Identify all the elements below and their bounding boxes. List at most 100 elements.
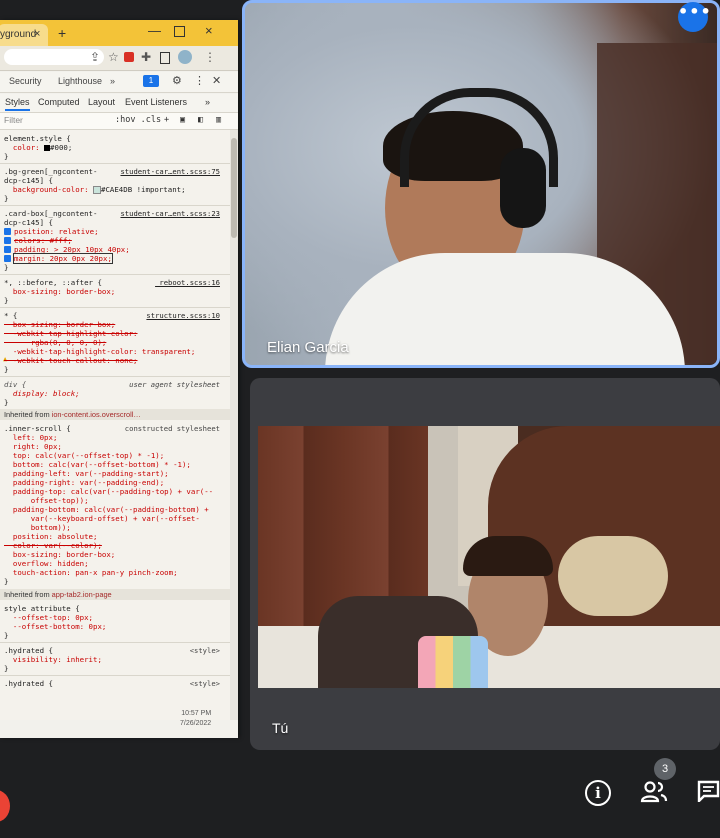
rule-selector[interactable]: .card-box[_ngcontent- <box>4 209 97 218</box>
css-declaration[interactable]: position: absolute; <box>4 532 98 541</box>
css-declaration[interactable]: visibility: inherit; <box>4 655 102 664</box>
css-declaration[interactable]: -webkit-tap-highlight-color: transparent… <box>4 347 195 356</box>
more-tabs-button[interactable]: » <box>110 76 115 86</box>
css-declaration[interactable]: bottom: calc(var(--offset-bottom) * -1); <box>4 460 191 469</box>
rule-selector[interactable]: element.style { <box>4 134 71 143</box>
meeting-info-button[interactable]: i <box>585 780 611 806</box>
rule-selector[interactable]: .inner-scroll { <box>4 424 71 433</box>
tab-close-icon[interactable]: × <box>34 28 40 40</box>
rule-source-link[interactable]: student-car…ent.scss:23 <box>120 209 220 218</box>
taskbar-clock: 10:57 PM 7/26/2022 <box>180 709 211 729</box>
css-declaration-overridden[interactable]: box-sizing: border-box; <box>4 320 115 329</box>
tab-security[interactable]: Security <box>9 76 42 86</box>
tab-lighthouse[interactable]: Lighthouse <box>58 76 102 86</box>
profile-avatar[interactable] <box>178 50 192 64</box>
css-declaration[interactable]: --offset-top: 0px; <box>4 613 93 622</box>
color-swatch[interactable] <box>93 186 101 194</box>
maximize-button[interactable] <box>174 26 185 37</box>
rule-selector[interactable]: div { <box>4 380 26 389</box>
rule-source-link[interactable]: student-car…ent.scss:75 <box>120 167 220 176</box>
issues-badge[interactable]: 1 <box>143 75 159 87</box>
devtools-close-icon[interactable]: ✕ <box>212 74 221 87</box>
css-declaration[interactable]: touch-action: pan-x pan-y pinch-zoom; <box>4 568 178 577</box>
new-tab-button[interactable]: + <box>58 25 66 41</box>
css-declaration[interactable]: padding-top: calc(var(--padding-top) + v… <box>4 487 213 496</box>
hov-cls-toggle[interactable]: :hov .cls <box>115 115 161 125</box>
browser-menu-icon[interactable]: ⋮ <box>204 50 216 64</box>
rule-selector[interactable]: style attribute { <box>4 604 80 613</box>
tab-styles[interactable]: Styles <box>5 97 30 111</box>
css-declaration-cont: bottom)); <box>4 523 71 532</box>
css-declaration-overridden[interactable]: rgba(0, 0, 0, 0); <box>4 338 107 347</box>
inherited-prefix: Inherited from <box>4 410 50 419</box>
tab-event-listeners[interactable]: Event Listeners <box>125 97 187 107</box>
styles-scrollbar[interactable] <box>230 130 238 720</box>
inherited-target-link[interactable]: ion-content.ios.overscroll… <box>52 410 141 419</box>
participant-tile-active-speaker[interactable]: Elian Garcia <box>242 0 720 368</box>
rule-close: } <box>4 152 9 161</box>
chat-button[interactable] <box>697 780 720 804</box>
css-declaration[interactable]: box-sizing: border-box; <box>4 550 115 559</box>
css-declaration-overridden[interactable]: color: var(--color); <box>4 541 102 550</box>
property-checkbox[interactable] <box>4 246 11 253</box>
css-declaration[interactable]: right: 0px; <box>4 442 62 451</box>
share-icon[interactable]: ⇪ <box>90 50 100 64</box>
css-declaration[interactable]: background-color: #CAE4DB !important; <box>4 185 186 194</box>
people-icon <box>640 781 668 803</box>
bookmark-star-icon[interactable]: ☆ <box>108 50 119 64</box>
property-checkbox[interactable] <box>4 228 11 235</box>
close-window-button[interactable]: × <box>205 23 213 38</box>
rule-source-link[interactable]: structure.scss:10 <box>146 311 220 320</box>
minimize-button[interactable]: — <box>148 23 161 38</box>
rule-selector[interactable]: .hydrated { <box>4 679 53 688</box>
css-declaration[interactable]: display: block; <box>4 389 80 398</box>
more-options-button[interactable]: ••• <box>678 2 711 32</box>
rule-close: } <box>4 365 9 374</box>
toggle-sidebar-icon[interactable]: ▥ <box>216 115 221 125</box>
address-bar[interactable] <box>4 49 104 65</box>
rule-source: constructed stylesheet <box>124 424 220 433</box>
css-declaration[interactable]: color: #000; <box>4 143 72 152</box>
tab-computed[interactable]: Computed <box>38 97 80 107</box>
css-declaration-overridden[interactable]: -webkit-tap-highlight-color: <box>4 329 138 338</box>
computed-sidebar-icon[interactable]: ◧ <box>198 115 203 125</box>
rule-selector[interactable]: * { <box>4 311 17 320</box>
property-checkbox[interactable] <box>4 237 11 244</box>
rule-divider <box>0 642 230 643</box>
browser-tab[interactable]: yground <box>0 24 48 46</box>
tab-layout[interactable]: Layout <box>88 97 115 107</box>
settings-gear-icon[interactable]: ⚙ <box>172 74 182 87</box>
css-declaration-editing[interactable]: margin: 20px 0px 20px; <box>13 253 113 264</box>
property-checkbox[interactable] <box>4 255 11 262</box>
css-declaration[interactable]: padding-bottom: calc(var(--padding-botto… <box>4 505 209 514</box>
new-rule-icon[interactable]: + <box>164 115 169 125</box>
more-subtabs-button[interactable]: » <box>205 97 210 107</box>
rule-selector[interactable]: *, ::before, ::after { <box>4 278 102 287</box>
devtools-menu-icon[interactable]: ⋮ <box>194 74 205 87</box>
css-declaration[interactable]: padding-right: var(--padding-end); <box>4 478 164 487</box>
css-declaration[interactable]: --offset-bottom: 0px; <box>4 622 106 631</box>
inherited-target-link[interactable]: app-tab2.ion-page <box>52 590 112 599</box>
extensions-icon[interactable]: ✚ <box>141 50 151 64</box>
pdf-extension-icon[interactable] <box>124 52 134 62</box>
people-button[interactable] <box>640 780 668 804</box>
sidepanel-icon[interactable] <box>160 52 170 64</box>
css-declaration-overridden[interactable]: -webkit-touch-callout: none; <box>4 356 138 365</box>
filter-input[interactable]: Filter <box>4 115 23 125</box>
css-declaration[interactable]: padding-left: var(--padding-start); <box>4 469 169 478</box>
css-declaration[interactable]: left: 0px; <box>4 433 58 442</box>
rule-source-link[interactable]: _reboot.scss:16 <box>155 278 220 287</box>
element-state-icon[interactable]: ▣ <box>180 115 185 125</box>
css-declaration-overridden[interactable]: colors: #fff; <box>14 236 72 245</box>
css-declaration[interactable]: top: calc(var(--offset-top) * -1); <box>4 451 164 460</box>
participant-tile-self[interactable]: Tú <box>250 378 720 750</box>
css-declaration[interactable]: box-sizing: border-box; <box>4 287 115 296</box>
css-declaration[interactable]: overflow: hidden; <box>4 559 89 568</box>
css-declaration[interactable]: position: relative; <box>14 227 99 236</box>
css-declaration[interactable]: padding: > 20px 10px 40px; <box>14 245 130 254</box>
inherited-prefix: Inherited from <box>4 590 50 599</box>
rule-selector[interactable]: .hydrated { <box>4 646 53 655</box>
rule-selector[interactable]: .bg-green[_ngcontent- <box>4 167 97 176</box>
scrollbar-thumb[interactable] <box>231 138 237 238</box>
phone-case <box>418 636 488 688</box>
